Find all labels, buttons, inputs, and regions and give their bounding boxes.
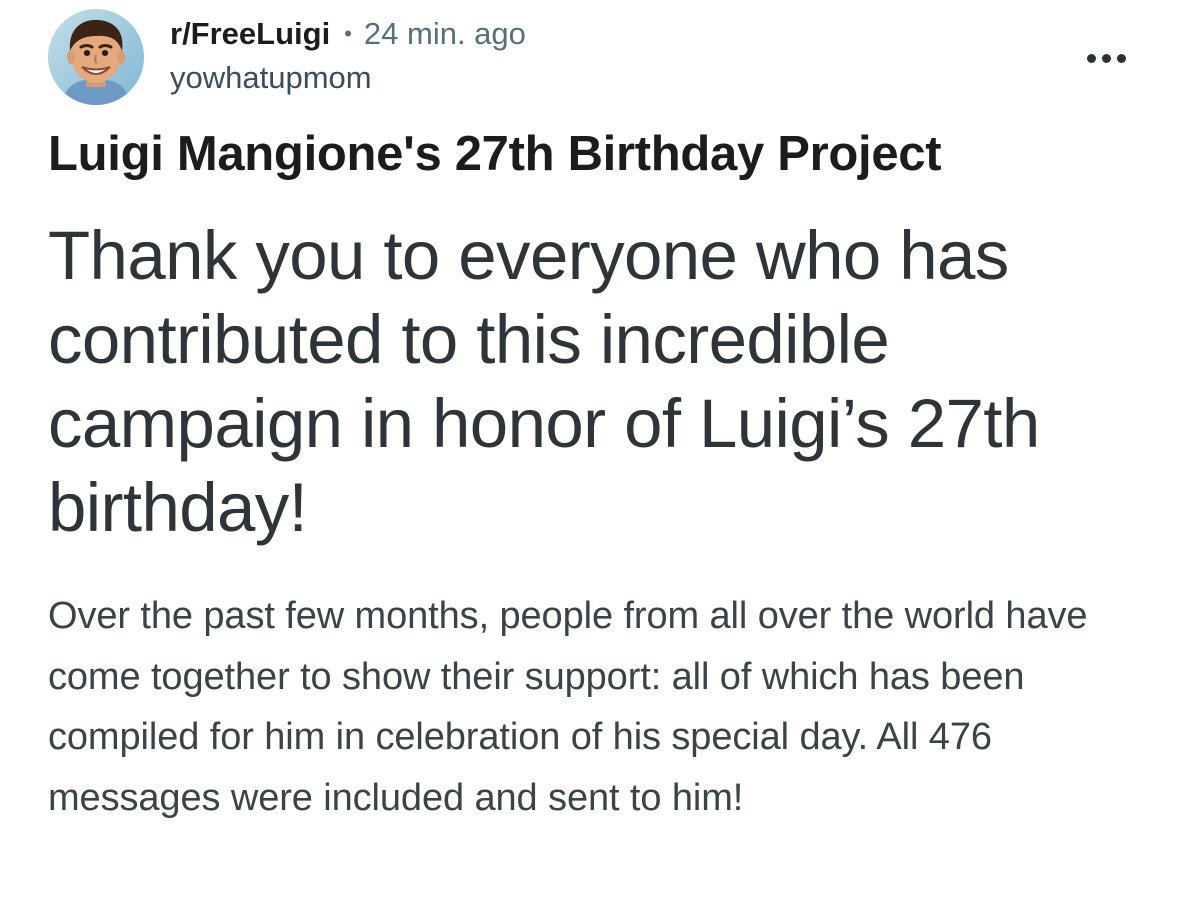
ellipsis-icon [1101, 53, 1111, 63]
post-body-text: Over the past few months, people from al… [48, 595, 1088, 819]
avatar-face-icon [48, 9, 144, 105]
user-avatar[interactable] [48, 9, 144, 105]
subreddit-link[interactable]: r/FreeLuigi [170, 16, 330, 52]
post-card: r/FreeLuigi • 24 min. ago yowhatupmom Lu… [0, 0, 1179, 904]
meta-separator: • [344, 21, 352, 46]
post-body-heading: Thank you to everyone who has contribute… [48, 217, 1040, 546]
ellipsis-icon [1086, 53, 1096, 63]
more-options-button[interactable] [1074, 38, 1138, 78]
post-timestamp: 24 min. ago [363, 16, 526, 51]
post-title[interactable]: Luigi Mangione's 27th Birthday Project [48, 124, 1138, 184]
author-username[interactable]: yowhatupmom [170, 60, 372, 96]
ellipsis-icon [1116, 53, 1126, 63]
post-meta: r/FreeLuigi • 24 min. ago [170, 12, 526, 56]
